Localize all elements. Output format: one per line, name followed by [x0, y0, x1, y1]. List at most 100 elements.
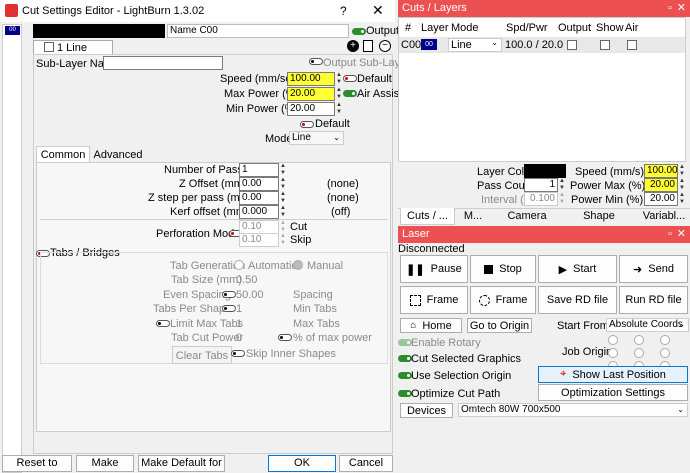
zoffset-spinner[interactable]: ▲ ▼: [279, 177, 287, 191]
float-icon[interactable]: ▫: [668, 226, 672, 243]
tab-gen-auto-radio[interactable]: [234, 260, 244, 270]
tab-size-value[interactable]: 0.50: [236, 274, 257, 286]
help-icon[interactable]: ?: [340, 4, 347, 18]
min-power-spinner[interactable]: ▲ ▼: [335, 102, 343, 116]
tab-common[interactable]: Common: [36, 146, 90, 163]
tab-cut-power-value[interactable]: 0: [236, 332, 242, 344]
cuts-speed-spinner[interactable]: ▲ ▼: [678, 164, 686, 178]
even-spacing-value[interactable]: 50.00: [236, 289, 264, 301]
pass-count-input[interactable]: 1: [524, 178, 558, 192]
origin-radio-tl[interactable]: [608, 335, 618, 345]
home-button[interactable]: ⌂ Home: [400, 318, 462, 333]
close-panel-icon[interactable]: ✕: [677, 226, 686, 243]
min-power-input[interactable]: 20.00: [287, 102, 335, 116]
go-origin-button[interactable]: Go to Origin: [467, 318, 532, 333]
run-rd-button[interactable]: Run RD file: [619, 286, 688, 314]
show-last-position-button[interactable]: ⌖ Show Last Position: [538, 366, 688, 383]
interval-input[interactable]: 0.100: [524, 192, 558, 206]
origin-radio-tm[interactable]: [634, 335, 644, 345]
kerf-input[interactable]: 0.000: [239, 205, 279, 219]
start-from-select[interactable]: Absolute Coords ⌄: [606, 318, 689, 332]
interval-spinner[interactable]: ▲ ▼: [558, 192, 566, 206]
use-selection-origin-toggle[interactable]: [398, 372, 412, 379]
tab-gen-manual-radio[interactable]: [293, 260, 303, 270]
line-tab-checkbox[interactable]: [44, 42, 54, 52]
make-default-button[interactable]: Make Default: [76, 455, 134, 473]
name-field[interactable]: Name C00: [167, 24, 349, 38]
frame-circle-button[interactable]: Frame: [470, 286, 536, 314]
row-show-checkbox[interactable]: [600, 40, 610, 50]
power-min-spinner[interactable]: ▲ ▼: [678, 192, 686, 206]
tab-move[interactable]: M...: [458, 208, 488, 224]
device-select[interactable]: Omtech 80W 700x500 ⌄: [458, 403, 688, 417]
origin-radio-mm[interactable]: [634, 348, 644, 358]
close-icon[interactable]: ✕: [372, 2, 384, 19]
layer-swatch[interactable]: 00: [5, 26, 20, 35]
frame-button[interactable]: Frame: [400, 286, 468, 314]
limit-max-toggle[interactable]: [156, 320, 170, 327]
power-min-input[interactable]: 20.00: [644, 192, 678, 206]
pct-max-toggle[interactable]: [278, 334, 292, 341]
devices-button[interactable]: Devices: [400, 403, 453, 418]
limit-max-value[interactable]: 1: [236, 318, 242, 330]
origin-radio-mr[interactable]: [660, 348, 670, 358]
power-max-spinner[interactable]: ▲ ▼: [678, 178, 686, 192]
add-sublayer-icon[interactable]: +: [347, 40, 359, 52]
float-icon[interactable]: ▫: [668, 0, 672, 17]
stop-button[interactable]: Stop: [470, 255, 536, 283]
close-panel-icon[interactable]: ✕: [677, 0, 686, 17]
optimization-settings-button[interactable]: Optimization Settings: [538, 384, 688, 401]
even-spacing-toggle[interactable]: [222, 291, 236, 298]
air-assist-toggle[interactable]: [343, 90, 357, 97]
zoffset-input[interactable]: 0.00: [239, 177, 279, 191]
kerf-spinner[interactable]: ▲ ▼: [279, 205, 287, 219]
row-output-checkbox[interactable]: [567, 40, 577, 50]
layer-color-swatch[interactable]: [524, 164, 566, 178]
pass-count-spinner[interactable]: ▲ ▼: [558, 178, 566, 192]
zstep-input[interactable]: 0.00: [239, 191, 279, 205]
skip-inner-toggle[interactable]: [231, 350, 245, 357]
output-sublayer-toggle[interactable]: [309, 58, 323, 65]
zstep-spinner[interactable]: ▲ ▼: [279, 191, 287, 205]
optimize-cut-toggle[interactable]: [398, 390, 412, 397]
passes-input[interactable]: 1: [239, 163, 279, 177]
col-show: Show: [596, 22, 624, 34]
tabs-per-shape-toggle[interactable]: [222, 305, 236, 312]
tab-advanced[interactable]: Advanced: [90, 147, 146, 163]
output-toggle[interactable]: [352, 28, 366, 35]
power-max-input[interactable]: 20.00: [644, 178, 678, 192]
passes-spinner[interactable]: ▲ ▼: [279, 163, 287, 177]
remove-sublayer-icon[interactable]: −: [379, 40, 391, 52]
tab-cuts[interactable]: Cuts / ...: [400, 208, 455, 225]
make-default-all-button[interactable]: Make Default for All: [138, 455, 225, 473]
speed-input[interactable]: 100.00: [287, 72, 335, 86]
table-row[interactable]: C00 00 Line ⌄ 100.0 / 20.0: [399, 37, 685, 53]
copy-sublayer-icon[interactable]: [363, 40, 373, 52]
layer-list[interactable]: 00: [2, 24, 22, 473]
name-swatch[interactable]: [33, 24, 165, 38]
cut-selected-toggle[interactable]: [398, 355, 412, 362]
start-button[interactable]: ▶ Start: [538, 255, 617, 283]
send-button[interactable]: ➜ Send: [619, 255, 688, 283]
default-power-toggle[interactable]: [300, 121, 314, 128]
clear-tabs-button[interactable]: Clear Tabs: [172, 346, 232, 364]
row-air-checkbox[interactable]: [627, 40, 637, 50]
tab-variable[interactable]: Variabl...: [640, 208, 688, 224]
mode-select[interactable]: Line ⌄: [289, 131, 344, 145]
cuts-speed-input[interactable]: 100.00: [644, 164, 678, 178]
origin-radio-tr[interactable]: [660, 335, 670, 345]
ok-button[interactable]: OK: [268, 455, 336, 472]
pause-button[interactable]: ❚❚ Pause: [400, 255, 468, 283]
speed-spinner[interactable]: ▲ ▼: [335, 72, 343, 86]
tabs-per-shape-value[interactable]: 1: [236, 303, 242, 315]
max-power-input[interactable]: 20.00: [287, 87, 335, 101]
reset-default-button[interactable]: Reset to Default: [2, 455, 72, 473]
default-speed-toggle[interactable]: [343, 75, 357, 82]
sublayer-name-input[interactable]: [103, 56, 223, 70]
enable-rotary-toggle[interactable]: [398, 339, 412, 346]
cancel-button[interactable]: Cancel: [339, 455, 393, 472]
origin-radio-ml[interactable]: [608, 348, 618, 358]
save-rd-button[interactable]: Save RD file: [538, 286, 617, 314]
row-mode-select[interactable]: Line ⌄: [448, 38, 502, 52]
max-power-spinner[interactable]: ▲ ▼: [335, 87, 343, 101]
